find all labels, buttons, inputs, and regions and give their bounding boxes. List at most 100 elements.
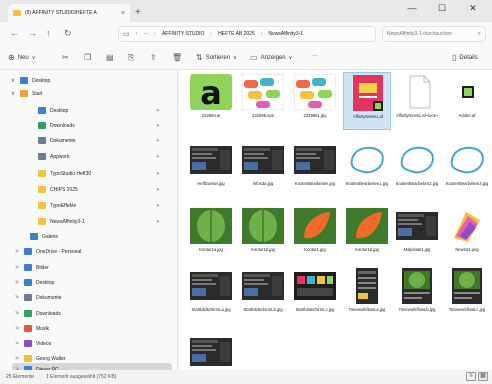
file-name: Adobe.af: [458, 113, 476, 118]
file-tile[interactable]: StartbildschirmLb.jpg: [239, 266, 287, 324]
chevron-down-icon[interactable]: ∨: [10, 90, 16, 97]
pin-icon: ✦: [155, 122, 160, 129]
sidebar-item-label: NewsAffinity3-1: [50, 218, 85, 225]
minimize-button[interactable]: —: [398, 3, 426, 13]
view-button[interactable]: ▭ Anzeigen ∨: [250, 53, 292, 62]
sidebar-item-galerie[interactable]: Galerie: [18, 230, 172, 243]
sidebar-item-downloads[interactable]: > Downloads: [12, 307, 172, 320]
file-tile[interactable]: Adobe.af: [443, 72, 491, 130]
file-tile[interactable]: Infos3a.jpg: [239, 140, 287, 198]
chevron-right-icon[interactable]: >: [14, 311, 20, 317]
file-tile[interactable]: KnotenBearbeiten2.jpg: [393, 140, 441, 198]
file-tile[interactable]: ToneworkflowLa.jpg: [343, 266, 391, 324]
sidebar-item-desktop[interactable]: > Desktop: [12, 276, 172, 289]
chevron-right-icon[interactable]: >: [14, 265, 20, 271]
view-icon: ▭: [250, 53, 258, 62]
share-icon[interactable]: ⇪: [150, 53, 157, 62]
grid-view-button[interactable]: ▦: [478, 372, 488, 381]
address-bar[interactable]: ▭ › ··· › AFFINITY STUDIO › HEFTE AB 202…: [118, 26, 376, 42]
chevron-right-icon[interactable]: >: [14, 341, 20, 347]
sidebar-item-typostudio-heft30[interactable]: TypoStudio Heft30 ✦: [26, 167, 172, 180]
file-thumbnail: [294, 268, 336, 304]
file-tile[interactable]: KnotenBearbeiten1.jpg: [343, 140, 391, 198]
title-bar: (9) AFFINITY STUDIO/HEFTE A × + — ☐ ✕: [0, 0, 492, 22]
sidebar-item-desktop[interactable]: ∨ Desktop: [8, 74, 172, 87]
sidebar-item-label: CHIPS 2025: [50, 186, 78, 193]
up-icon[interactable]: ↑: [46, 28, 51, 38]
chevron-right-icon: ›: [260, 31, 263, 37]
chevron-right-icon[interactable]: >: [14, 295, 20, 301]
sidebar-item-appwork[interactable]: Appwork ✦: [26, 150, 172, 163]
file-tile[interactable]: ToneworkflowLb.jpg: [393, 266, 441, 324]
file-tile[interactable]: ToneworkflowLc.jpg: [443, 266, 491, 324]
sidebar-item-dokumente[interactable]: > Dokumente: [12, 291, 172, 304]
folder-icon: [20, 77, 28, 84]
sidebar-item-bilder[interactable]: > Bilder: [12, 261, 172, 274]
file-tile[interactable]: Malpinsel1.jpg: [393, 206, 441, 264]
file-tile[interactable]: StartbildschirmLc.jpg: [291, 266, 339, 324]
copy-icon[interactable]: ❐: [84, 53, 91, 62]
sidebar-item-desktop[interactable]: Desktop ✦: [26, 104, 172, 117]
file-tile[interactable]: 232895.eps: [239, 72, 287, 130]
sidebar-item-newsaffinity3-1[interactable]: NewsAffinity3-1 ✦: [26, 215, 172, 228]
file-thumbnail: [446, 142, 488, 178]
chevron-right-icon: ›: [135, 31, 138, 37]
sidebar-item-chips-2025[interactable]: CHIPS 2025 ✦: [26, 183, 172, 196]
sidebar-item-musik[interactable]: > Musik: [12, 322, 172, 335]
close-window-button[interactable]: ✕: [459, 3, 487, 14]
sidebar-item-label: Downloads: [50, 122, 75, 129]
chevron-down-icon[interactable]: ∨: [10, 77, 16, 84]
search-input[interactable]: NewsAffinity3-1 durchsuchen ⌕: [382, 26, 486, 42]
paste-icon[interactable]: ▤: [106, 53, 114, 62]
sidebar-item-start[interactable]: ∨ Start: [8, 87, 172, 100]
file-tile[interactable]: HelfDunkel.jpg: [187, 140, 235, 198]
more-options-button[interactable]: ···: [312, 53, 318, 59]
file-tile[interactable]: KnotenBearbeiten.jpg: [291, 140, 339, 198]
breadcrumb-more[interactable]: ···: [143, 31, 148, 37]
file-tile[interactable]: StartbildschirmLa.jpg: [187, 266, 235, 324]
sidebar-item-typoeffekte[interactable]: TypoEffekte ✦: [26, 199, 172, 212]
cut-icon[interactable]: ✂: [62, 53, 69, 62]
breadcrumb-item[interactable]: HEFTE AB 2025: [218, 31, 255, 37]
file-tile[interactable]: Kontur1a.jpg: [187, 206, 235, 264]
folder-icon: [24, 325, 32, 332]
folder-icon: [38, 107, 46, 114]
rename-icon[interactable]: ⎘: [128, 53, 134, 63]
sort-label: Sortieren: [205, 54, 231, 61]
forward-icon[interactable]: →: [28, 28, 37, 38]
folder-icon: [24, 279, 32, 286]
file-tile[interactable]: Kontur1.jpg: [291, 206, 339, 264]
file-name: ToneworkflowLa.jpg: [348, 307, 386, 312]
sort-button[interactable]: ⇅ Sortieren ∨: [196, 53, 237, 62]
file-name: News31.png: [455, 247, 479, 252]
maximize-button[interactable]: ☐: [428, 3, 456, 14]
breadcrumb-item[interactable]: AFFINITY STUDIO: [162, 31, 204, 37]
file-tile[interactable]: a 232894.ai: [187, 72, 235, 130]
sidebar-item-videos[interactable]: > Videos: [12, 337, 172, 350]
new-button[interactable]: ⊕ Neu ∨: [8, 53, 35, 62]
file-tile[interactable]: 2329951.jpg: [291, 72, 339, 130]
sidebar-item-onedrive-personal[interactable]: > OneDrive - Personal: [12, 245, 172, 258]
new-tab-button[interactable]: +: [135, 7, 141, 18]
file-thumbnail: [396, 142, 438, 178]
file-tile[interactable]: News31.png: [443, 206, 491, 264]
back-icon[interactable]: ←: [10, 28, 19, 38]
file-tile[interactable]: Kontur1b.jpg: [239, 206, 287, 264]
sidebar-item-downloads[interactable]: Downloads ✦: [26, 119, 172, 132]
chevron-right-icon[interactable]: >: [14, 356, 20, 362]
breadcrumb-item[interactable]: NewsAffinity3-1: [268, 31, 303, 37]
details-button[interactable]: ▯ Details: [452, 53, 478, 62]
file-tile[interactable]: AffinityNews1.af: [343, 72, 391, 130]
close-tab-icon[interactable]: ×: [121, 10, 125, 17]
refresh-icon[interactable]: ↻: [64, 28, 72, 39]
file-tile[interactable]: AffinityNews1.af~lock~: [393, 72, 441, 130]
chevron-right-icon[interactable]: >: [14, 326, 20, 332]
file-tile[interactable]: KnotenBearbeiten3.jpg: [443, 140, 491, 198]
explorer-tab[interactable]: (9) AFFINITY STUDIO/HEFTE A ×: [8, 4, 130, 22]
delete-icon[interactable]: 🗑: [172, 53, 182, 62]
file-tile[interactable]: Kontur1d.jpg: [343, 206, 391, 264]
chevron-right-icon[interactable]: >: [14, 249, 20, 255]
sidebar-item-dokumente[interactable]: Dokumente ✦: [26, 134, 172, 147]
list-view-button[interactable]: ≡: [466, 372, 476, 381]
chevron-right-icon[interactable]: >: [14, 280, 20, 286]
